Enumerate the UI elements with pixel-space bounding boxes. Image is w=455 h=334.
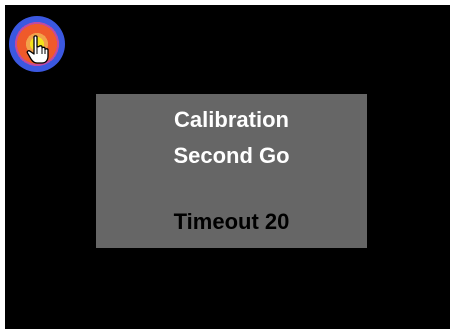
timeout-countdown: Timeout 20 (173, 209, 290, 234)
dialog-subtitle: Second Go (173, 143, 290, 168)
calibration-dialog: Calibration Second Go Timeout 20 (96, 94, 367, 248)
calibration-screen: Calibration Second Go Timeout 20 (5, 5, 450, 329)
calibration-target-icon[interactable] (9, 16, 65, 72)
dialog-title: Calibration (174, 107, 289, 132)
